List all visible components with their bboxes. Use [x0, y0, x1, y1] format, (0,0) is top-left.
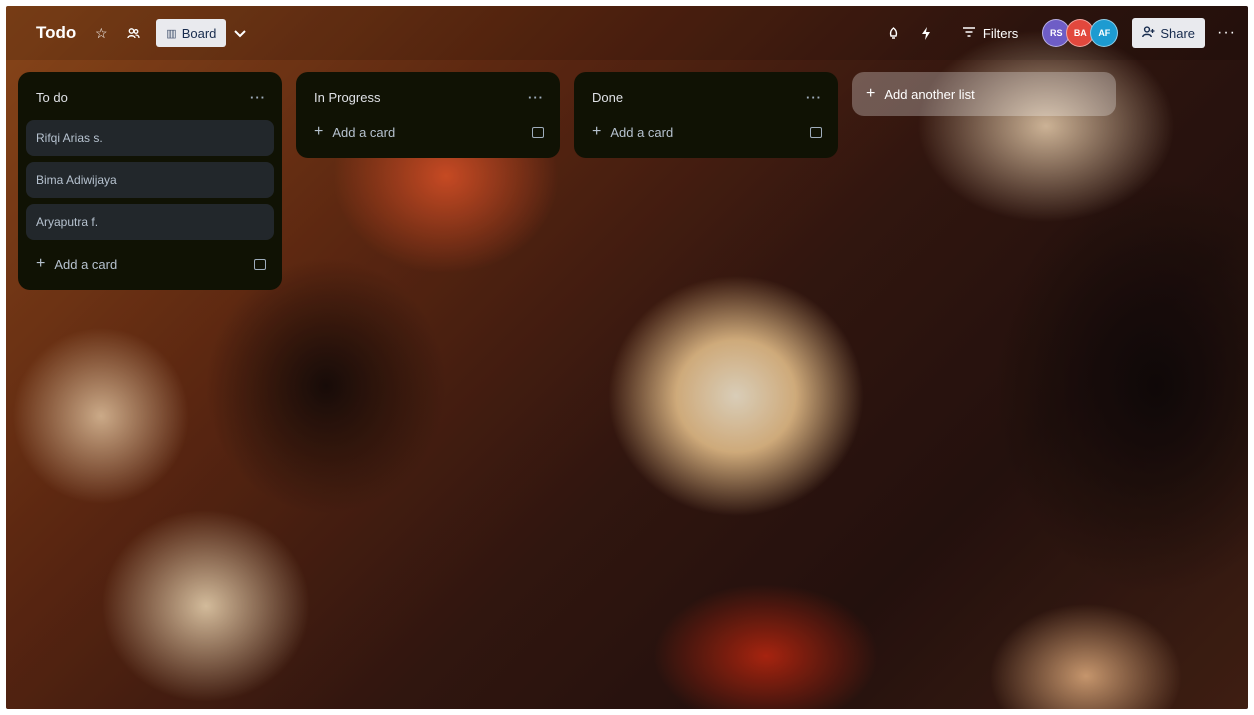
header-actions: Filters RS BA AF Share ···: [875, 18, 1236, 48]
plus-icon: +: [36, 255, 46, 272]
share-button[interactable]: Share: [1132, 18, 1206, 48]
list-done: Done ··· + Add a card: [574, 72, 838, 158]
list-header[interactable]: Done ···: [582, 80, 830, 114]
add-card-row: + Add a card: [26, 246, 274, 282]
chevron-down-icon[interactable]: [234, 25, 247, 41]
plus-icon: +: [866, 85, 876, 102]
add-card-row: + Add a card: [304, 114, 552, 150]
card-template-icon[interactable]: [810, 126, 822, 138]
add-card-button[interactable]: + Add a card: [592, 123, 673, 141]
board-view-label: Board: [181, 25, 217, 41]
card-template-icon[interactable]: [532, 126, 544, 138]
more-icon[interactable]: ···: [528, 90, 544, 105]
star-icon[interactable]: ☆: [88, 20, 114, 46]
card-template-icon[interactable]: [254, 258, 266, 270]
plus-icon: +: [592, 123, 602, 140]
add-list-label: Add another list: [884, 86, 975, 102]
add-list-button[interactable]: + Add another list: [852, 72, 1116, 116]
board-view-button[interactable]: ▥ Board: [156, 19, 227, 47]
plus-icon: +: [314, 123, 324, 140]
list-header[interactable]: In Progress ···: [304, 80, 552, 114]
list-title[interactable]: Done: [592, 90, 623, 105]
avatar[interactable]: AF: [1090, 19, 1119, 47]
list-header[interactable]: To do ···: [26, 80, 274, 114]
more-icon[interactable]: ···: [806, 90, 822, 105]
board-view-icon: ▥: [166, 27, 177, 40]
filters-button[interactable]: Filters: [962, 25, 1019, 41]
rocket-icon[interactable]: [881, 20, 907, 46]
filters-label: Filters: [982, 25, 1019, 41]
member-avatars: RS BA AF: [1042, 19, 1119, 47]
add-card-label: Add a card: [610, 124, 674, 140]
team-visibility-icon[interactable]: [120, 20, 146, 46]
filter-icon: [962, 26, 975, 40]
lightning-icon[interactable]: [913, 20, 939, 46]
share-label: Share: [1160, 25, 1196, 41]
board-title[interactable]: Todo: [30, 19, 82, 47]
add-card-row: + Add a card: [582, 114, 830, 150]
list-title[interactable]: To do: [36, 90, 68, 105]
add-member-icon: [1142, 25, 1155, 41]
add-card-label: Add a card: [332, 124, 396, 140]
card[interactable]: Rifqi Arias s.: [26, 120, 274, 156]
add-card-label: Add a card: [54, 256, 118, 272]
more-icon[interactable]: ···: [1217, 24, 1236, 42]
board-canvas: Todo ☆ ▥ Board Filters RS BA AF Share ··…: [6, 6, 1248, 709]
add-card-button[interactable]: + Add a card: [314, 123, 395, 141]
add-card-button[interactable]: + Add a card: [36, 255, 117, 273]
board-header: Todo ☆ ▥ Board Filters RS BA AF Share ··…: [6, 6, 1248, 60]
card[interactable]: Bima Adiwijaya: [26, 162, 274, 198]
list-to-do: To do ··· Rifqi Arias s. Bima Adiwijaya …: [18, 72, 282, 290]
card[interactable]: Aryaputra f.: [26, 204, 274, 240]
more-icon[interactable]: ···: [250, 90, 266, 105]
list-title[interactable]: In Progress: [314, 90, 380, 105]
list-in-progress: In Progress ··· + Add a card: [296, 72, 560, 158]
